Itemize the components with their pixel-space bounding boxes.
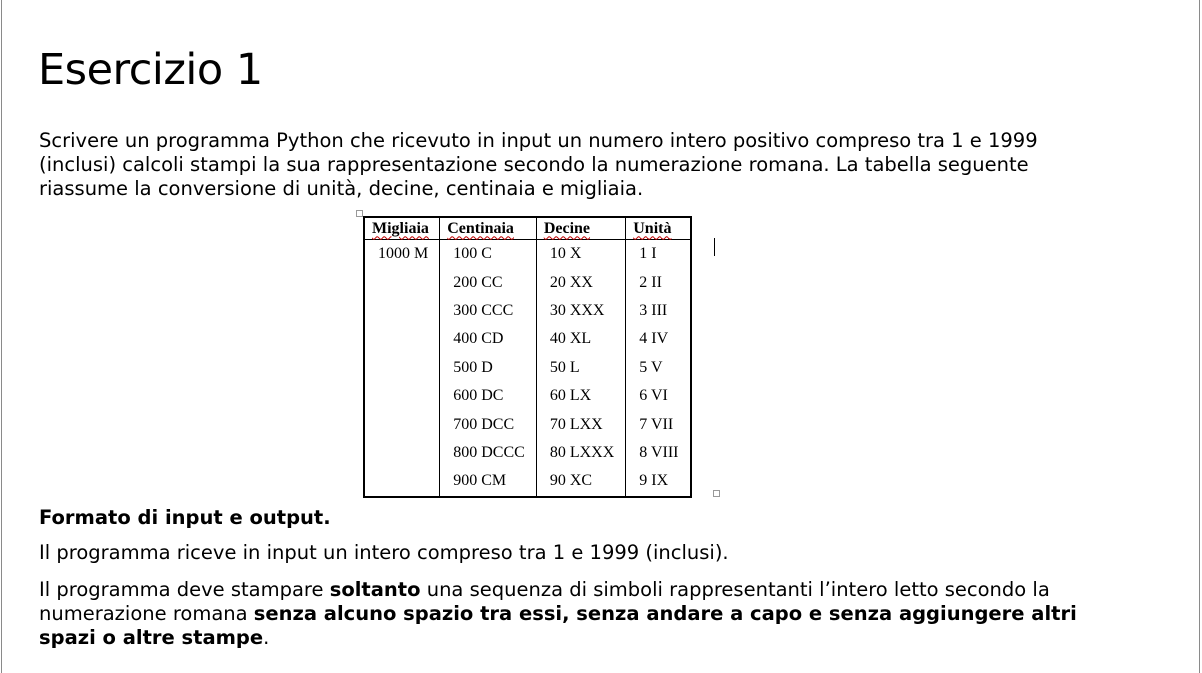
cell-migliaia: 1000 M — [378, 245, 429, 263]
cell-decine: 40 XL — [535, 325, 626, 354]
cell-centinaia: 400 CD — [439, 325, 537, 354]
cell-migliaia — [364, 467, 440, 496]
page-border-left — [1, 0, 2, 673]
cell-decine: 90 XC — [535, 467, 626, 497]
table-row: 400 CD 40 XL 4 IV — [364, 325, 691, 354]
cell-migliaia — [364, 410, 440, 438]
table-row: 900 CM 90 XC 9 IX — [364, 467, 691, 497]
cell-centinaia: 900 CM — [439, 467, 537, 497]
table-row: 200 CC 20 XX 2 II — [364, 268, 691, 297]
cell-unita: 7 VII — [625, 410, 691, 439]
format-heading: Formato di input e output. — [39, 506, 331, 529]
input-description: Il programma riceve in input un intero c… — [39, 541, 729, 564]
header-unita: Unità — [625, 217, 691, 240]
table-row: 800 DCCC 80 LXXX 8 VIII — [364, 438, 691, 468]
cell-centinaia: 100 C — [439, 239, 537, 269]
cell-migliaia — [364, 268, 440, 296]
page-title: Esercizio 1 — [38, 45, 263, 95]
table-resize-handle[interactable] — [713, 490, 720, 497]
cell-unita: 1 I — [625, 239, 691, 269]
table-row: 600 DC 60 LX 6 VI — [364, 381, 691, 411]
cell-migliaia — [364, 325, 440, 353]
output-bold-1: soltanto — [329, 578, 421, 601]
cell-unita: 9 IX — [625, 467, 691, 497]
cell-unita: 2 II — [625, 268, 691, 297]
cell-decine: 50 L — [535, 353, 626, 382]
page-border-right — [1199, 0, 1200, 673]
cell-decine: 20 XX — [535, 268, 626, 297]
cell-centinaia: 800 DCCC — [439, 438, 537, 468]
roman-conversion-table: Migliaia Centinaia Decine Unità 1000 M 1… — [363, 216, 692, 498]
text-cursor — [714, 238, 715, 256]
output-description: Il programma deve stampare soltanto una … — [39, 578, 1119, 650]
header-migliaia: Migliaia — [364, 217, 440, 240]
table-row: 1000 M 100 C 10 X 1 I — [364, 239, 691, 269]
cell-migliaia — [364, 297, 440, 325]
cell-unita: 4 IV — [625, 325, 691, 354]
cell-migliaia — [364, 354, 440, 382]
cell-decine: 10 X — [535, 239, 626, 269]
cell-decine: 30 XXX — [535, 296, 626, 326]
output-text-3: . — [263, 626, 270, 649]
cell-migliaia — [364, 382, 440, 410]
cell-unita: 5 V — [625, 353, 691, 382]
cell-unita: 3 III — [625, 296, 691, 326]
header-centinaia: Centinaia — [439, 217, 537, 240]
cell-decine: 80 LXXX — [535, 438, 626, 468]
table-row: 300 CCC 30 XXX 3 III — [364, 296, 691, 326]
table-row: 500 D 50 L 5 V — [364, 353, 691, 382]
intro-paragraph: Scrivere un programma Python che ricevut… — [39, 129, 1038, 200]
cell-unita: 8 VIII — [625, 438, 691, 468]
cell-centinaia: 300 CCC — [439, 296, 537, 326]
cell-migliaia — [364, 439, 440, 467]
table-header-row: Migliaia Centinaia Decine Unità — [364, 217, 691, 240]
cell-centinaia: 200 CC — [439, 268, 537, 297]
output-text-1: Il programma deve stampare — [39, 578, 330, 601]
table-row: 700 DCC 70 LXX 7 VII — [364, 410, 691, 439]
cell-centinaia: 500 D — [439, 353, 537, 382]
table-move-handle[interactable] — [356, 210, 363, 217]
cell-centinaia: 700 DCC — [439, 410, 537, 439]
cell-decine: 70 LXX — [535, 410, 626, 439]
roman-table-container: Migliaia Centinaia Decine Unità 1000 M 1… — [363, 216, 692, 498]
cell-centinaia: 600 DC — [439, 381, 537, 411]
header-decine: Decine — [535, 217, 626, 240]
cell-decine: 60 LX — [535, 381, 626, 411]
cell-unita: 6 VI — [625, 381, 691, 411]
